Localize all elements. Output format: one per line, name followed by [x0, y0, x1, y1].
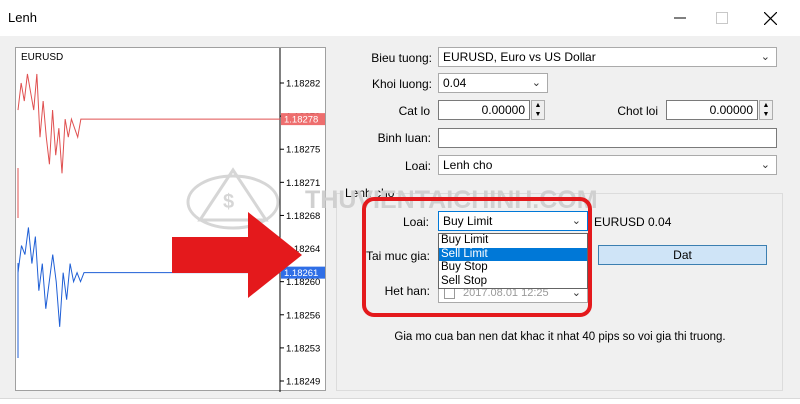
stoploss-input[interactable]: 0.00000 [438, 100, 530, 120]
ask-price-line [17, 73, 280, 174]
price-tick-label: 1.18256 [286, 310, 320, 321]
highlight-frame [362, 197, 592, 317]
window-bottom-edge [0, 398, 800, 404]
minimize-icon [674, 17, 686, 19]
order-type-value: Lenh cho [443, 158, 493, 172]
symbol-select[interactable]: EURUSD, Euro vs US Dollar ⌄ [438, 47, 777, 67]
takeprofit-input[interactable]: 0.00000 [666, 100, 758, 120]
stoploss-spinner[interactable]: ▲ ▼ [531, 100, 545, 120]
volume-label: Khoi luong: [371, 77, 432, 91]
order-summary: EURUSD 0.04 [594, 215, 672, 229]
maximize-button[interactable] [702, 6, 742, 30]
price-tick-label: 1.18253 [286, 343, 320, 354]
window-title: Lenh [8, 10, 37, 25]
close-icon [763, 11, 777, 25]
volume-select[interactable]: 0.04 ⌄ [438, 73, 548, 93]
symbol-label: Bieu tuong: [371, 51, 432, 65]
comment-input[interactable] [438, 128, 777, 148]
chevron-down-icon: ⌄ [531, 77, 541, 89]
volume-select-value: 0.04 [443, 76, 467, 90]
minimize-button[interactable] [660, 6, 700, 30]
order-type-select[interactable]: Lenh cho ⌄ [438, 155, 777, 175]
chart-symbol-label: EURUSD [21, 52, 64, 63]
symbol-select-value: EURUSD, Euro vs US Dollar [443, 50, 596, 64]
takeprofit-spinner[interactable]: ▲ ▼ [759, 100, 773, 120]
maximize-icon [716, 12, 728, 24]
chevron-down-icon: ⌄ [760, 159, 770, 171]
place-order-button[interactable]: Dat [598, 245, 767, 265]
price-tick-label: 1.18282 [286, 79, 320, 90]
price-tick-label: 1.18275 [286, 145, 320, 156]
red-arrow-icon [172, 212, 302, 298]
order-type-label: Loai: [404, 159, 431, 173]
price-note: Gia mo cua ban nen dat khac it nhat 40 p… [394, 331, 726, 343]
price-tick-label: 1.18249 [286, 377, 320, 388]
stoploss-label: Cat lo [398, 104, 430, 118]
close-button[interactable] [750, 6, 790, 30]
ask-price-tag: 1.18278 [284, 115, 318, 126]
comment-label: Binh luan: [377, 131, 431, 145]
takeprofit-label: Chot loi [617, 104, 658, 118]
chevron-down-icon: ⌄ [760, 51, 770, 63]
